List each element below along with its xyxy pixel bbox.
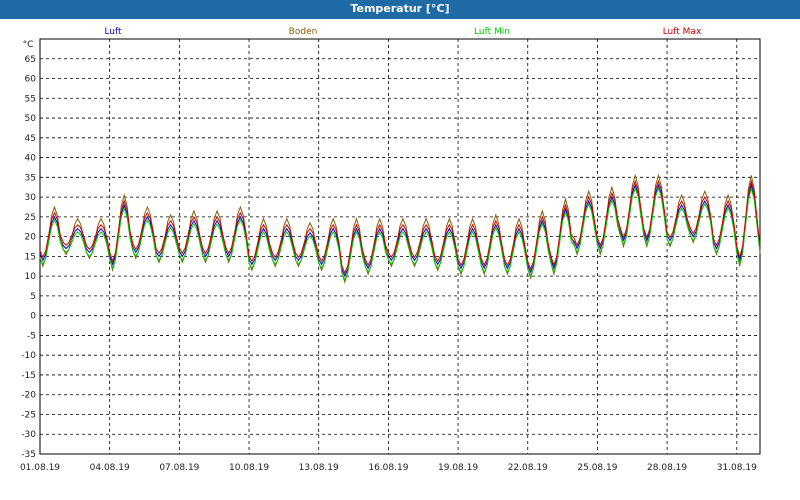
y-tick-label: 0 [30, 312, 36, 322]
y-tick-label: 30 [25, 193, 37, 203]
x-tick-label: 04.08.19 [90, 463, 130, 473]
x-tick-label: 25.08.19 [577, 463, 617, 473]
y-tick-label: 35 [25, 173, 36, 183]
x-tick-label: 19.08.19 [438, 463, 478, 473]
y-tick-label: 60 [25, 75, 37, 85]
y-tick-label: 40 [25, 154, 37, 164]
y-tick-label: 25 [25, 213, 36, 223]
x-tick-label: 07.08.19 [159, 463, 199, 473]
y-tick-label: 10 [25, 272, 37, 282]
app-window: Temperatur [°C] Luft Boden Luft Min Luft Ma… [0, 0, 800, 500]
plot-area [39, 38, 761, 455]
y-tick-label: -15 [21, 371, 36, 381]
x-tick-label: 31.08.19 [717, 463, 757, 473]
y-tick-label: 45 [25, 134, 36, 144]
x-tick-label: 22.08.19 [508, 463, 548, 473]
x-tick-label: 01.08.19 [20, 463, 60, 473]
temperature-chart: Luft Boden Luft Min Luft Max°C6560555045403… [20, 27, 761, 473]
y-tick-label: 55 [25, 94, 36, 104]
y-tick-label: 20 [25, 233, 37, 243]
y-tick-label: -5 [27, 331, 36, 341]
x-tick-label: 16.08.19 [368, 463, 408, 473]
chart-title-bar: Temperatur [°C] [0, 0, 800, 19]
x-tick-label: 10.08.19 [229, 463, 269, 473]
y-tick-label: -25 [21, 410, 36, 420]
legend-item-luft-min: Luft Min [474, 27, 510, 37]
x-tick-label: 28.08.19 [647, 463, 687, 473]
y-tick-label: -10 [21, 351, 36, 361]
y-tick-label: -35 [21, 450, 36, 460]
y-tick-label: -20 [21, 391, 36, 401]
y-tick-label: 50 [25, 114, 37, 124]
legend-item-luft-max: Luft Max [663, 27, 702, 37]
legend-item-luft: Luft [104, 27, 122, 37]
y-tick-label: 15 [25, 252, 36, 262]
y-tick-label: 5 [30, 292, 36, 302]
x-tick-label: 13.08.19 [299, 463, 339, 473]
legend-item-boden: Boden [289, 27, 318, 37]
y-axis-unit: °C [23, 40, 34, 50]
chart-title: Temperatur [°C] [350, 2, 450, 15]
y-tick-label: 65 [25, 55, 36, 65]
y-tick-label: -30 [21, 430, 36, 440]
